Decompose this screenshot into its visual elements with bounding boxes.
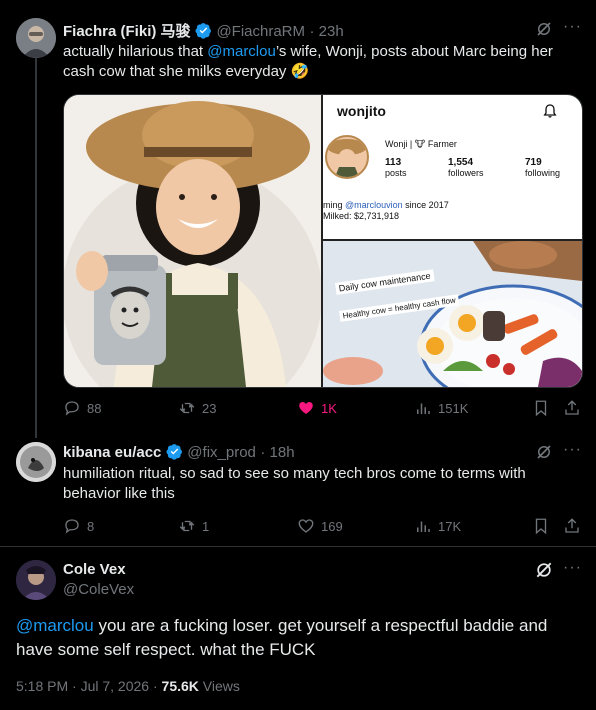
share-icon[interactable] bbox=[563, 517, 581, 540]
views-icon bbox=[417, 403, 430, 414]
author-handle[interactable]: @fix_prod bbox=[187, 444, 256, 461]
retweet-icon bbox=[179, 520, 195, 532]
post-timestamp[interactable]: 5:18 PM · Jul 7, 2026 · bbox=[16, 678, 162, 694]
line1-post: since 2017 bbox=[402, 200, 449, 210]
reply-icon bbox=[65, 519, 79, 534]
reply-count: 88 bbox=[87, 400, 102, 416]
views-count: 151K bbox=[438, 400, 469, 416]
retweet-count: 1 bbox=[202, 518, 210, 534]
views-button[interactable]: 151K bbox=[414, 399, 468, 417]
like-count: 1K bbox=[321, 400, 337, 416]
reply-icon bbox=[65, 401, 79, 416]
reply-button[interactable]: 8 bbox=[63, 517, 94, 535]
tweet-header: Fiachra (Fiki) 马骏 @FiachraRM · 23h bbox=[63, 20, 344, 41]
author-handle[interactable]: @FiachraRM bbox=[216, 23, 305, 40]
views-label: Views bbox=[198, 678, 240, 694]
following-count: 719 bbox=[525, 157, 542, 168]
notification-bell-icon bbox=[543, 104, 557, 118]
profile-line2: Milked: $2,731,918 bbox=[323, 211, 400, 221]
bookmark-icon[interactable] bbox=[532, 517, 550, 540]
like-button[interactable]: 169 bbox=[297, 517, 343, 535]
tweet-header: kibana eu/acc @fix_prod · 18h bbox=[63, 443, 295, 462]
profile-following: 719 following bbox=[525, 157, 560, 179]
main-text: you are a fucking loser. get yourself a … bbox=[16, 616, 548, 659]
profile-followers: 1,554 followers bbox=[448, 157, 484, 179]
retweet-button[interactable]: 1 bbox=[178, 517, 209, 535]
thread-line bbox=[35, 58, 37, 438]
grok-icon[interactable] bbox=[535, 20, 553, 43]
views-total: 75.6K bbox=[161, 678, 199, 694]
more-options-icon[interactable]: ··· bbox=[563, 18, 582, 36]
verified-badge-icon bbox=[166, 444, 182, 460]
bookmark-icon[interactable] bbox=[532, 399, 550, 422]
line1-pre: ming bbox=[323, 200, 346, 210]
views-button[interactable]: 17K bbox=[414, 517, 461, 535]
reply-button[interactable]: 88 bbox=[63, 399, 101, 417]
views-count: 17K bbox=[438, 518, 462, 534]
retweet-count: 23 bbox=[202, 400, 217, 416]
avatar[interactable] bbox=[16, 18, 56, 58]
profile-screenshot[interactable]: wonjito Wonji | 🐮 Farmer 113 posts 1,554… bbox=[323, 95, 582, 239]
profile-username: wonjito bbox=[337, 103, 386, 119]
mention-link[interactable]: @marclou bbox=[16, 616, 94, 635]
retweet-icon bbox=[179, 402, 195, 414]
profile-bio: Wonji | 🐮 Farmer bbox=[385, 139, 457, 149]
avatar[interactable] bbox=[16, 442, 56, 482]
text-before: actually hilarious that bbox=[63, 43, 208, 60]
avatar[interactable] bbox=[16, 560, 56, 600]
tweet-text: humiliation ritual, so sad to see so man… bbox=[63, 465, 526, 502]
author-name[interactable]: kibana eu/acc bbox=[63, 444, 161, 461]
post-meta: 5:18 PM · Jul 7, 2026 · 75.6K Views bbox=[16, 678, 240, 694]
more-options-icon[interactable]: ··· bbox=[563, 441, 582, 459]
author-handle[interactable]: @ColeVex bbox=[63, 581, 134, 598]
posts-count: 113 bbox=[385, 157, 402, 168]
heart-icon bbox=[298, 519, 314, 533]
author-name[interactable]: Fiachra (Fiki) 马骏 bbox=[63, 23, 191, 40]
share-icon[interactable] bbox=[563, 399, 581, 422]
photo-food[interactable]: Daily cow maintenance Healthy cow = heal… bbox=[323, 241, 582, 387]
photo-woman[interactable] bbox=[64, 95, 321, 387]
line1-mention: @marclouvion bbox=[345, 200, 403, 210]
profile-line1: ming @marclouvion since 2017 bbox=[323, 200, 449, 210]
followers-label: followers bbox=[448, 168, 484, 178]
grok-icon[interactable] bbox=[534, 560, 554, 585]
profile-avatar bbox=[325, 135, 369, 179]
post-time[interactable]: · 18h bbox=[260, 444, 294, 461]
mention-link[interactable]: @marclou bbox=[207, 43, 276, 60]
like-button[interactable]: 1K bbox=[297, 399, 337, 417]
author-name[interactable]: Cole Vex bbox=[63, 561, 126, 578]
divider bbox=[0, 546, 596, 547]
more-options-icon[interactable]: ··· bbox=[563, 559, 582, 577]
like-count: 169 bbox=[321, 518, 343, 534]
profile-posts: 113 posts bbox=[385, 157, 407, 179]
following-label: following bbox=[525, 168, 561, 178]
media-grid[interactable]: wonjito Wonji | 🐮 Farmer 113 posts 1,554… bbox=[63, 94, 583, 388]
grok-icon[interactable] bbox=[535, 443, 553, 466]
retweet-button[interactable]: 23 bbox=[178, 399, 216, 417]
followers-count: 1,554 bbox=[448, 157, 474, 168]
verified-badge-icon bbox=[195, 23, 211, 39]
posts-label: posts bbox=[385, 168, 407, 178]
post-time[interactable]: · 23h bbox=[309, 23, 343, 40]
reply-count: 8 bbox=[87, 518, 95, 534]
tweet-text: actually hilarious that @marclou’s wife,… bbox=[63, 42, 578, 82]
views-icon bbox=[417, 521, 430, 532]
tweet-text: @marclou you are a fucking loser. get yo… bbox=[16, 614, 576, 662]
heart-filled-icon bbox=[299, 402, 313, 414]
